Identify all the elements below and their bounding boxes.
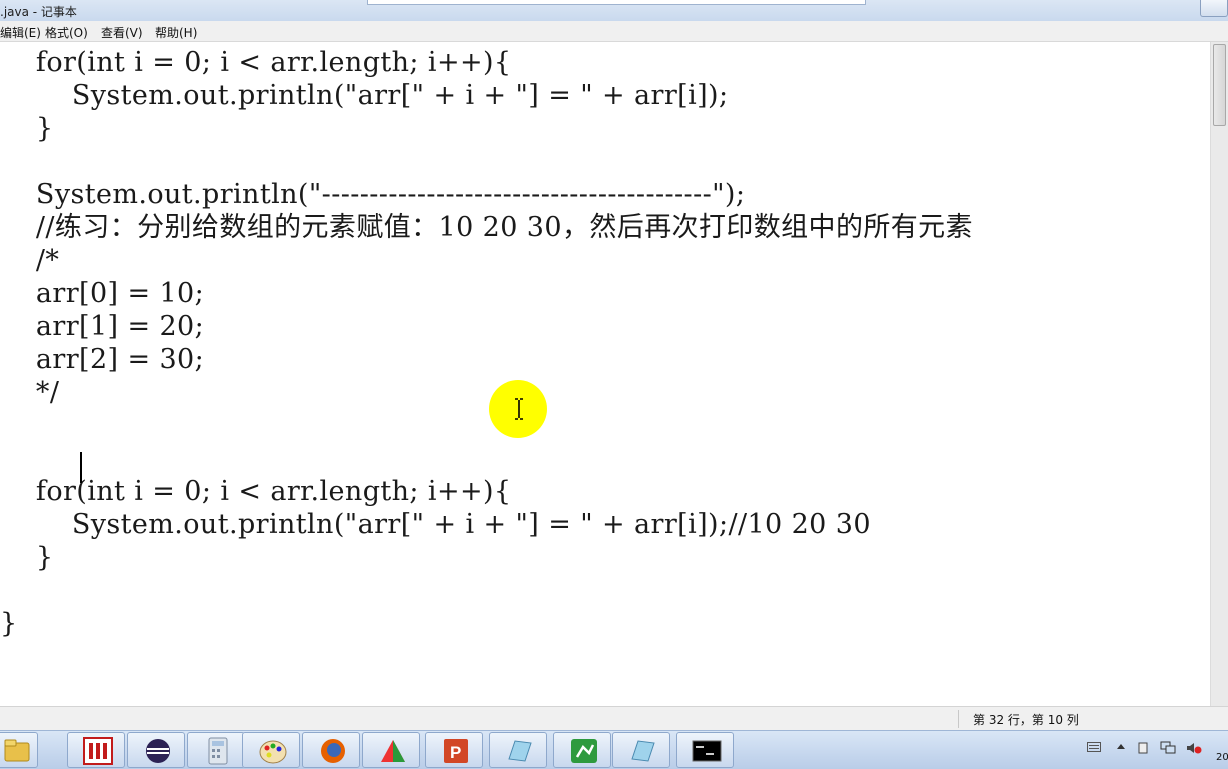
- taskbar-notepad-2[interactable]: [612, 732, 670, 768]
- cursor-position: 第 32 行，第 10 列: [973, 713, 1079, 727]
- taskbar-paint[interactable]: [242, 732, 300, 768]
- status-bar: 第 32 行，第 10 列: [0, 706, 1228, 731]
- notepad-icon: [508, 740, 532, 762]
- code-line: }: [0, 542, 54, 573]
- title-overlay-box: [367, 0, 866, 5]
- code-line: for(int i = 0; i < arr.length; i++){: [0, 476, 512, 507]
- menu-format[interactable]: 格式(O): [45, 24, 88, 41]
- code-line: System.out.println("--------------------…: [0, 179, 746, 210]
- code-line: arr[2] = 30;: [0, 344, 205, 375]
- taskbar-file-explorer[interactable]: [0, 732, 38, 768]
- code-line: }: [0, 608, 18, 639]
- calculator-icon: [208, 737, 228, 765]
- title-bar: .java - 记事本: [0, 0, 1228, 22]
- menu-view[interactable]: 查看(V): [101, 24, 143, 41]
- code-line: arr[0] = 10;: [0, 278, 205, 309]
- window-title: .java - 记事本: [0, 5, 77, 19]
- volume-muted-icon[interactable]: [1186, 741, 1202, 755]
- code-line: System.out.println("arr[" + i + "] = " +…: [0, 509, 871, 540]
- notepad-icon: [631, 740, 655, 762]
- taskbar-eclipse[interactable]: [127, 732, 185, 768]
- tray-expand-icon[interactable]: [1116, 741, 1126, 753]
- xmind-icon: [381, 740, 405, 762]
- firefox-icon: [321, 739, 345, 763]
- code-line: }: [0, 113, 54, 144]
- taskbar-powerpoint[interactable]: P: [425, 732, 483, 768]
- menu-help[interactable]: 帮助(H): [155, 24, 197, 41]
- code-line: /*: [0, 245, 60, 276]
- app-red-icon: [83, 737, 113, 765]
- ibeam-cursor-icon: [515, 398, 523, 420]
- taskbar-firefox[interactable]: [302, 732, 360, 768]
- menu-edit[interactable]: 编辑(E): [0, 24, 41, 41]
- taskbar-presenter[interactable]: [553, 732, 611, 768]
- taskbar-calculator[interactable]: [187, 732, 245, 768]
- presenter-icon: [571, 739, 597, 763]
- code-line: for(int i = 0; i < arr.length; i++){: [0, 47, 512, 78]
- scrollbar-thumb[interactable]: [1213, 44, 1226, 126]
- taskbar-xmind[interactable]: [362, 732, 420, 768]
- taskbar-command-prompt[interactable]: [676, 732, 734, 768]
- clock-text[interactable]: 20: [1216, 752, 1228, 763]
- keyboard-icon[interactable]: [1087, 741, 1101, 753]
- paint-icon: [259, 740, 287, 764]
- eclipse-icon: [146, 739, 170, 763]
- code-line: */: [0, 377, 60, 408]
- code-line: //练习：分别给数组的元素赋值：10 20 30，然后再次打印数组中的所有元素: [0, 212, 973, 243]
- command-prompt-icon: [692, 740, 722, 762]
- code-line: arr[1] = 20;: [0, 311, 205, 342]
- taskbar-notepad[interactable]: [489, 732, 547, 768]
- taskbar: P: [0, 730, 1228, 769]
- code-line: System.out.println("arr[" + i + "] = " +…: [0, 80, 729, 111]
- vertical-scrollbar[interactable]: [1210, 42, 1228, 706]
- text-caret: [80, 452, 82, 483]
- text-editor-area[interactable]: for(int i = 0; i < arr.length; i++){ Sys…: [0, 42, 1210, 706]
- menu-bar: 编辑(E) 格式(O) 查看(V) 帮助(H): [0, 21, 1228, 42]
- usb-device-icon[interactable]: [1137, 741, 1149, 755]
- svg-text:P: P: [450, 743, 461, 762]
- status-divider: [958, 710, 959, 728]
- taskbar-app-red[interactable]: [67, 732, 125, 768]
- network-icon[interactable]: [1160, 741, 1176, 755]
- maximize-button[interactable]: [1200, 0, 1228, 17]
- file-explorer-icon: [4, 739, 30, 762]
- powerpoint-icon: P: [444, 739, 468, 763]
